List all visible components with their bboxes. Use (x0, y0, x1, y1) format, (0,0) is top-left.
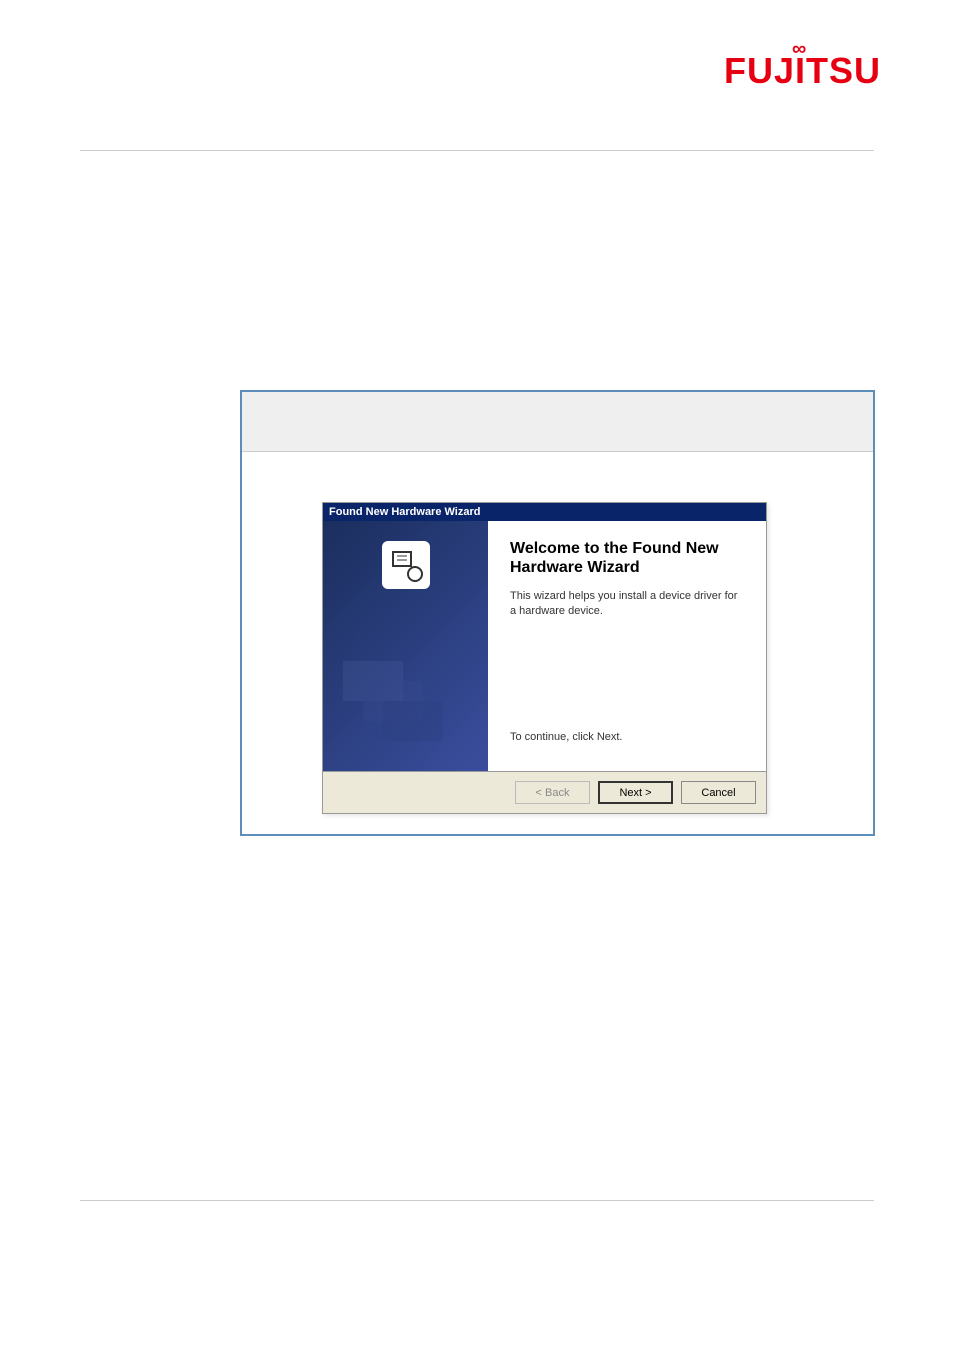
wizard-main: Welcome to the Found New Hardware Wizard… (488, 521, 766, 771)
wizard-content: Welcome to the Found New Hardware Wizard… (323, 521, 766, 771)
wizard-window: Found New Hardware Wizard (322, 502, 767, 814)
wizard-heading: Welcome to the Found New Hardware Wizard (510, 539, 744, 577)
top-divider (80, 150, 874, 151)
cancel-button[interactable]: Cancel (681, 781, 756, 804)
wizard-continue-text: To continue, click Next. (510, 731, 744, 743)
wizard-description: This wizard helps you install a device d… (510, 589, 744, 618)
wizard-button-bar: < Back Next > Cancel (323, 771, 766, 813)
content-body: Found New Hardware Wizard (242, 452, 873, 834)
back-button: < Back (515, 781, 590, 804)
content-box: Found New Hardware Wizard (240, 390, 875, 836)
sidebar-graphic (333, 631, 473, 751)
content-header (242, 392, 873, 452)
hardware-icon (382, 541, 430, 589)
bottom-divider (80, 1200, 874, 1201)
next-button[interactable]: Next > (598, 781, 673, 804)
fujitsu-logo: ∞ FUJITSU (724, 50, 874, 92)
wizard-sidebar (323, 521, 488, 771)
infinity-icon: ∞ (792, 38, 807, 61)
wizard-titlebar: Found New Hardware Wizard (323, 503, 766, 521)
